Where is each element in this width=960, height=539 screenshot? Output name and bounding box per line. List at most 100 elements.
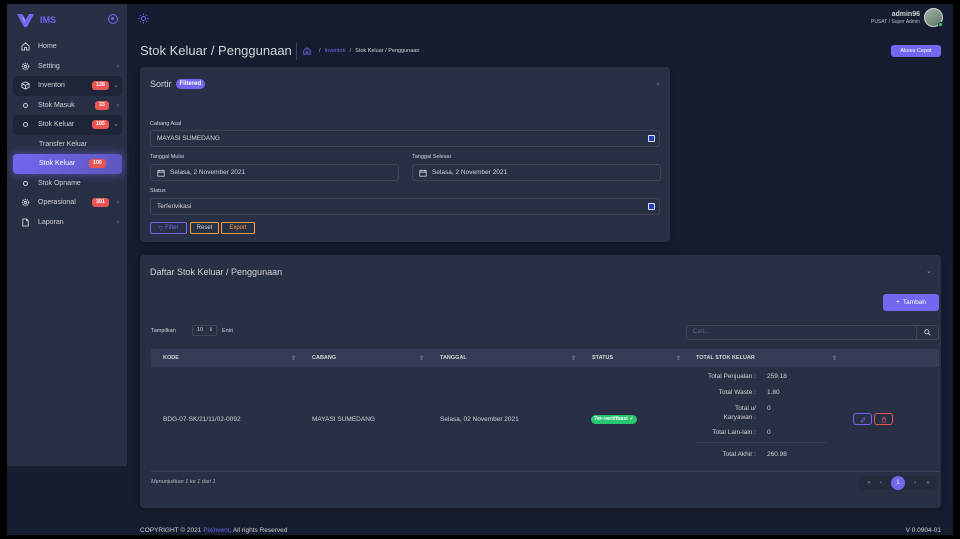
breadcrumb-link-inventori[interactable]: Inventori (325, 48, 346, 54)
count-badge: 138 (91, 81, 109, 90)
page-button[interactable]: 1 (891, 476, 905, 490)
app-window: IMS Home Setting › Inventori 138 ⌄ Stok … (7, 4, 953, 535)
select-arrow-icon: ⇕ (208, 327, 213, 333)
status-select[interactable]: Terferivikasi (150, 198, 660, 215)
chevron-down-icon: ⌄ (113, 82, 119, 89)
sidebar-item-operasional[interactable]: Operasional 301 › (13, 193, 122, 213)
sort-icon[interactable]: ⇕ (419, 355, 424, 362)
next-page-icon[interactable]: › (910, 476, 920, 490)
sidebar-item-label: Stok Opname (38, 179, 81, 187)
delete-button[interactable] (874, 413, 893, 425)
add-button-label: Tambah (902, 299, 926, 306)
sort-icon[interactable]: ⇕ (291, 355, 296, 362)
footer-brand-link[interactable]: Pixinvent (203, 527, 229, 534)
search-input[interactable]: Cari... (686, 325, 917, 340)
sidebar-nav: Home Setting › Inventori 138 ⌄ Stok Masu… (13, 37, 122, 232)
sidebar-item-label: Stok Keluar (38, 121, 75, 129)
total-lain-value: 0 (767, 429, 771, 436)
start-date-label: Tanggal Mulai (150, 154, 184, 160)
search-button[interactable] (916, 325, 939, 340)
start-date-input[interactable]: Selasa, 2 November 2021 (150, 164, 399, 181)
sidebar-item-stok-masuk[interactable]: Stok Masuk 33 › (13, 96, 122, 116)
table-row: BDG-07-SK/21/11/02-0092 MAYASI SUMEDANG … (151, 367, 939, 472)
package-icon (21, 81, 30, 90)
chevron-right-icon: › (116, 199, 119, 206)
home-icon[interactable] (303, 47, 311, 55)
breadcrumb-separator: / (349, 48, 352, 54)
sort-icon[interactable]: ⇕ (676, 355, 681, 362)
count-badge: 33 (94, 100, 109, 110)
total-lain-label: Total Lain-lain : (712, 429, 756, 436)
chevron-down-icon[interactable]: ⌄ (655, 79, 661, 87)
page-length-value: 10 (197, 327, 204, 333)
user-name[interactable]: admin96 (892, 11, 920, 18)
sidebar-item-label: Stok Masuk (38, 101, 75, 109)
calendar-icon (419, 169, 427, 177)
sort-icon[interactable]: ⇕ (832, 355, 837, 362)
add-button[interactable]: + Tambah (883, 294, 939, 311)
column-header-kode[interactable]: KODE (163, 349, 179, 367)
column-header-status[interactable]: STATUS (592, 349, 613, 367)
chevron-down-icon[interactable]: ⌄ (926, 267, 932, 275)
prev-page-icon[interactable]: ‹ (876, 476, 886, 490)
filtered-badge: Filtered (175, 79, 206, 89)
cell-cabang: MAYASI SUMEDANG (312, 416, 375, 423)
sort-icon[interactable]: ⇕ (571, 355, 576, 362)
totals-divider (696, 442, 826, 443)
rights-text: , All rights Reserved (229, 527, 288, 534)
reset-button[interactable]: Reset (190, 222, 219, 234)
show-entries-label: Tampilkan (151, 328, 176, 334)
export-button[interactable]: Export (221, 222, 255, 234)
cabang-label: Cabang Asal (150, 121, 182, 127)
sidebar-toggle-icon[interactable] (108, 14, 118, 24)
end-date-label: Tanggal Selesai (412, 154, 451, 160)
brand[interactable]: IMS (17, 12, 56, 28)
total-karyawan-label: Total u/ (735, 405, 756, 412)
app-name: IMS (40, 15, 57, 25)
sidebar-item-stok-opname[interactable]: Stok Opname (13, 174, 122, 194)
first-page-icon[interactable]: « (864, 476, 874, 490)
list-title: Daftar Stok Keluar / Penggunaan (150, 267, 283, 277)
filter-card-header[interactable]: Sortir Filtered (150, 79, 206, 89)
page-length-select[interactable]: 10 ⇕ (192, 325, 217, 336)
total-waste-value: 1.80 (767, 389, 780, 396)
home-icon (21, 42, 30, 51)
edit-button[interactable] (853, 413, 872, 425)
filter-title: Sortir (150, 79, 172, 89)
sidebar-item-setting[interactable]: Setting › (13, 57, 122, 77)
title-divider (296, 43, 297, 60)
start-date-value: Selasa, 2 November 2021 (170, 169, 246, 176)
sidebar-item-inventori[interactable]: Inventori 138 ⌄ (13, 76, 122, 96)
sidebar-item-laporan[interactable]: Laporan › (13, 213, 122, 233)
end-date-value: Selasa, 2 November 2021 (432, 169, 508, 176)
filter-icon: ▽ (158, 225, 164, 232)
sidebar-item-stok-keluar[interactable]: Stok Keluar 105 (13, 154, 122, 174)
last-page-icon[interactable]: » (923, 476, 933, 490)
filter-card: Sortir Filtered ⌄ Cabang Asal MAYASI SUM… (140, 67, 670, 242)
column-header-tanggal[interactable]: TANGGAL (440, 349, 467, 367)
quick-access-button[interactable]: Akses Cepat (891, 45, 941, 57)
total-penjualan-value: 259.18 (767, 373, 787, 380)
trash-icon (881, 417, 887, 423)
sidebar: IMS Home Setting › Inventori 138 ⌄ Stok … (7, 4, 127, 466)
column-header-total[interactable]: TOTAL STOK KELUAR (696, 349, 755, 367)
filter-button[interactable]: ▽ Filter (150, 222, 187, 234)
gear-icon (21, 198, 30, 207)
edit-icon (860, 417, 866, 423)
end-date-input[interactable]: Selasa, 2 November 2021 (412, 164, 661, 181)
sidebar-item-stok-keluar-group[interactable]: Stok Keluar 105 ⌄ (13, 115, 122, 135)
sidebar-item-label: Laporan (38, 218, 64, 226)
total-akhir-value: 260.98 (767, 451, 787, 458)
cabang-select[interactable]: MAYASI SUMEDANG (150, 130, 660, 147)
sidebar-item-transfer-keluar[interactable]: Transfer Keluar (13, 135, 122, 155)
total-akhir-label: Total Akhir : (722, 451, 756, 458)
list-card: Daftar Stok Keluar / Penggunaan ⌄ + Tamb… (140, 255, 941, 508)
cell-tanggal: Selasa, 02 November 2021 (440, 416, 519, 423)
sun-icon[interactable] (138, 13, 149, 24)
sidebar-item-home[interactable]: Home (13, 37, 122, 57)
status-value: Terferivikasi (157, 203, 192, 210)
table-header: KODE ⇕ CABANG ⇕ TANGGAL ⇕ STATUS ⇕ TOTAL… (151, 349, 939, 367)
user-role: PUSAT / Super Admin (870, 19, 920, 25)
select-arrow-icon (648, 203, 655, 210)
column-header-cabang[interactable]: CABANG (312, 349, 336, 367)
